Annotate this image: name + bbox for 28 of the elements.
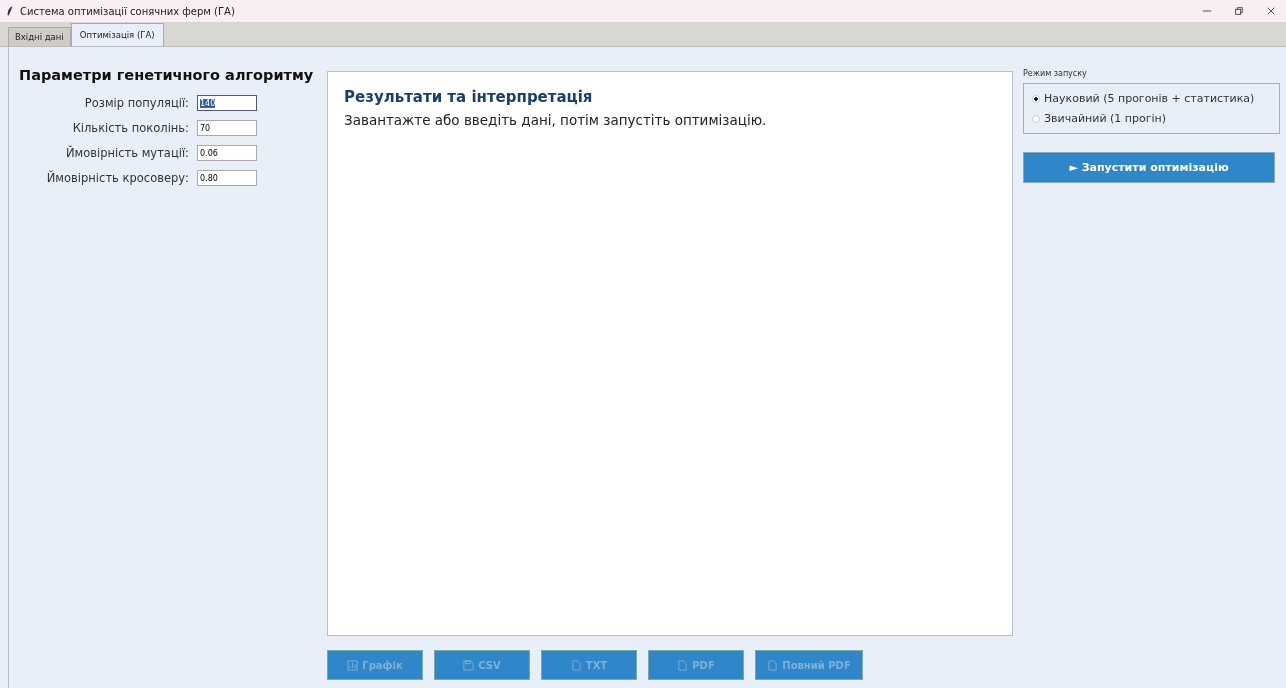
results-title: Результати та інтерпретація: [344, 88, 594, 106]
field-label: Розмір популяції:: [83, 96, 190, 110]
field-label: Ймовірність мутації:: [64, 146, 190, 160]
tab[interactable]: Оптимізація (ГА): [70, 23, 164, 46]
window-title: Система оптимізації сонячних ферм (ГА): [20, 5, 235, 17]
document-icon: [767, 659, 779, 671]
feather-icon: [6, 5, 14, 17]
restore-icon[interactable]: [1234, 6, 1244, 16]
field-label: Ймовірність кросоверу:: [45, 171, 190, 185]
radio-label[interactable]: Науковий (5 прогонів + статистика): [1044, 92, 1255, 105]
input-field[interactable]: 70: [197, 120, 257, 136]
results-text: Завантажте або введіть дані, потім запустіть оптимізацію.: [344, 112, 768, 128]
section-title: Параметри генетичного алгоритму: [19, 67, 315, 83]
field-label: Кількість поколінь:: [71, 121, 190, 135]
input-field[interactable]: 0.06: [197, 145, 257, 161]
input-field[interactable]: 140: [197, 95, 257, 111]
input-field[interactable]: 0.80: [197, 170, 257, 186]
radio-label[interactable]: Звичайний (1 прогін): [1044, 112, 1167, 125]
tab[interactable]: Вхідні дані: [8, 27, 71, 46]
radio-button[interactable]: [1032, 114, 1040, 123]
radio-button[interactable]: [1032, 94, 1040, 103]
chart-icon: [347, 659, 359, 671]
run-button[interactable]: ► Запустити оптимізацію: [1023, 152, 1275, 183]
document-icon: [570, 659, 582, 671]
save-icon: [463, 659, 475, 671]
document-icon: [677, 659, 689, 671]
close-icon[interactable]: [1266, 6, 1276, 16]
group-label: Режим запуску: [1023, 69, 1088, 78]
